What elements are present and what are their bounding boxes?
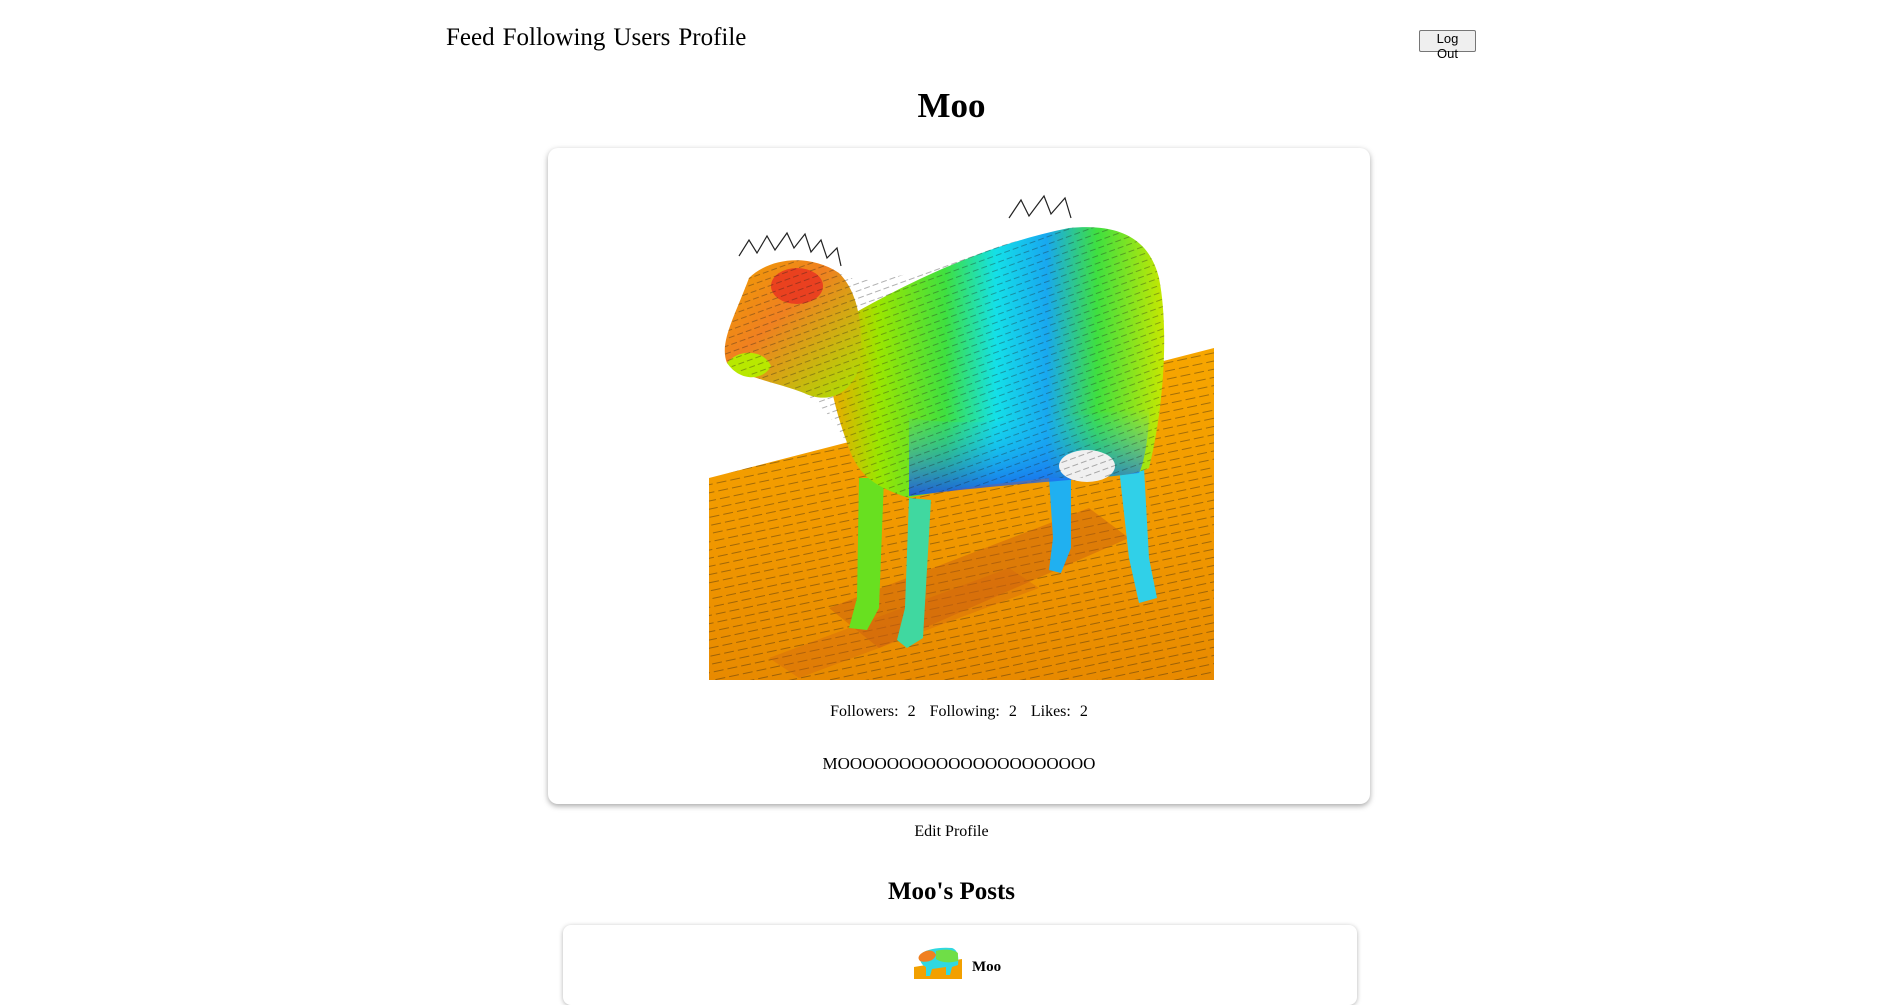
navbar: Feed Following Users Profile Log Out — [446, 22, 1476, 62]
profile-bio: MOOOOOOOOOOOOOOOOOOOOO — [822, 754, 1096, 773]
post-card: Moo — [563, 925, 1357, 1005]
profile-stats: Followers: 2 Following: 2 Likes: 2 — [548, 700, 1370, 724]
likes-count: 2 — [1079, 703, 1088, 720]
page-title: Moo — [917, 86, 986, 125]
profile-card: Followers: 2 Following: 2 Likes: 2 MOOOOOOOOO… — [548, 148, 1370, 804]
post-author[interactable]: Moo — [914, 943, 1001, 979]
nav-link-profile[interactable]: Profile — [678, 22, 746, 54]
edit-profile-link[interactable]: Edit Profile — [0, 820, 1903, 844]
profile-picture — [709, 178, 1214, 680]
likes-label: Likes: — [1030, 703, 1071, 720]
logout-button[interactable]: Log Out — [1419, 30, 1476, 61]
posts-heading: Moo's Posts — [887, 878, 1016, 905]
nav-link-users[interactable]: Users — [613, 22, 670, 54]
post-author-avatar[interactable] — [914, 943, 962, 979]
following-label: Following: — [929, 703, 1000, 720]
nav-links: Feed Following Users Profile — [446, 22, 746, 54]
nav-link-feed[interactable]: Feed — [446, 22, 495, 54]
following-count: 2 — [1008, 703, 1017, 720]
post-author-name[interactable]: Moo — [972, 945, 1001, 977]
followers-label: Followers: — [830, 703, 899, 720]
followers-count: 2 — [907, 703, 916, 720]
nav-link-following[interactable]: Following — [503, 22, 606, 54]
